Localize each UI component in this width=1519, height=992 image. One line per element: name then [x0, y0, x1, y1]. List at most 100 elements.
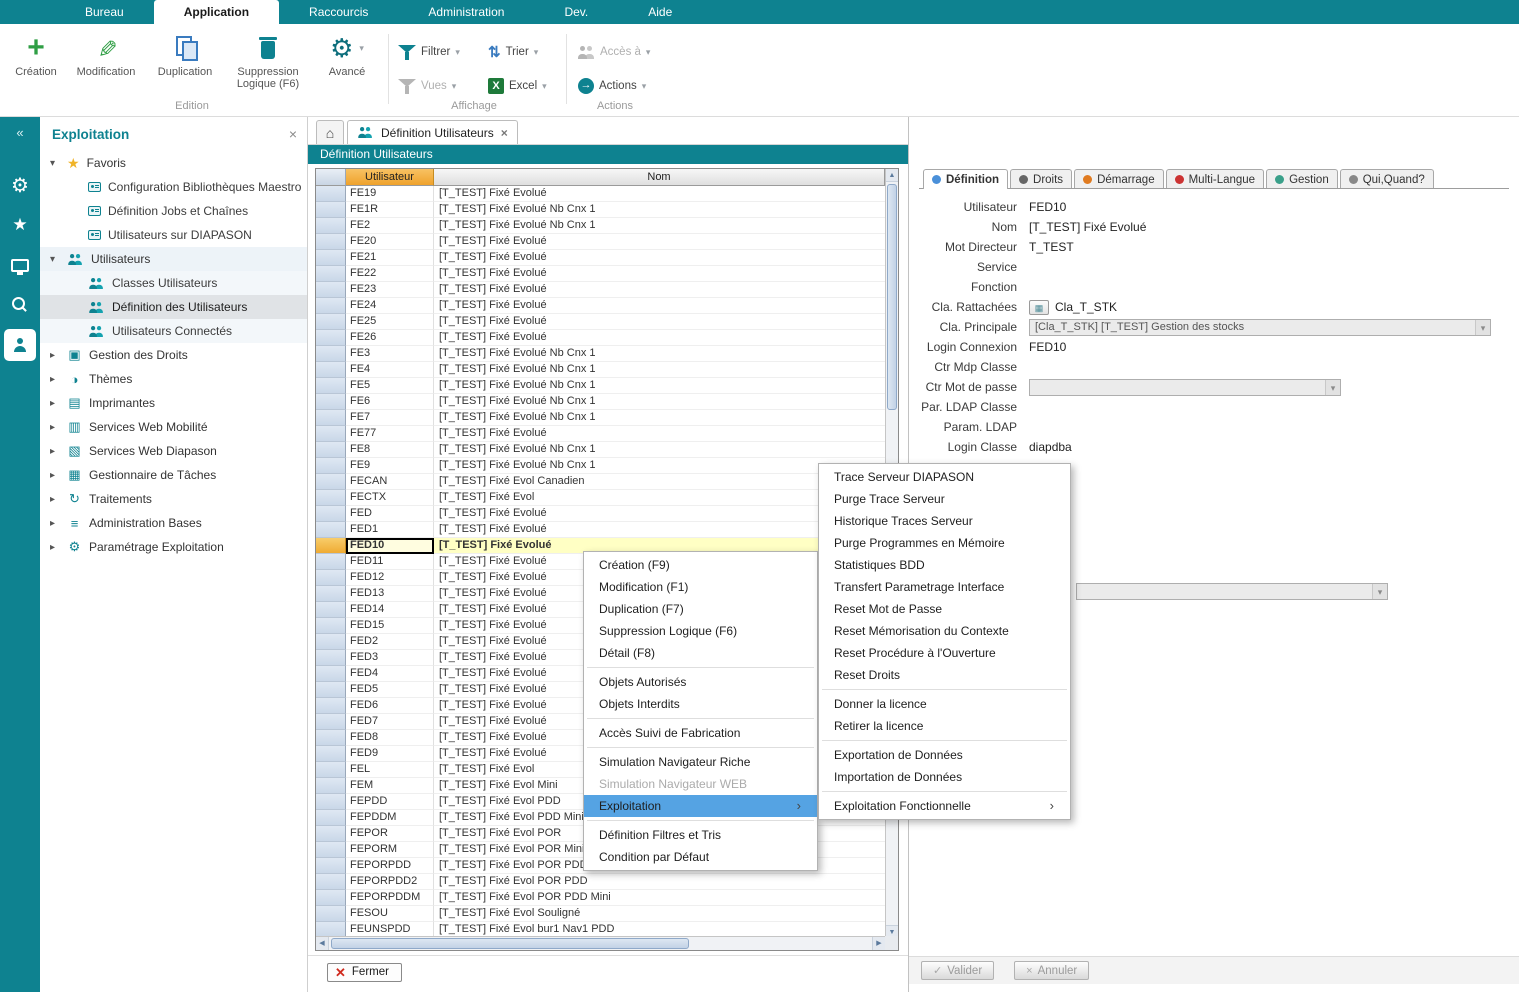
tab-demarrage[interactable]: Démarrage	[1074, 169, 1164, 189]
nom-cell[interactable]: [T_TEST] Fixé Evol POR PDD Mini	[434, 890, 885, 906]
trier-button[interactable]: Trier ▾	[488, 40, 538, 64]
rail-users-button[interactable]	[0, 325, 40, 365]
context-menu-item-creation-f9[interactable]: Création (F9)	[584, 554, 817, 576]
sidebar-group-utilisateurs[interactable]: Utilisateurs	[40, 247, 307, 271]
nom-cell[interactable]: [T_TEST] Fixé Evolué Nb Cnx 1	[434, 442, 885, 458]
user-cell[interactable]: FEPDDM	[346, 810, 434, 826]
row-selector-cell[interactable]	[316, 826, 346, 842]
row-selector-cell[interactable]	[316, 474, 346, 490]
row-selector-cell[interactable]	[316, 794, 346, 810]
user-cell[interactable]: FEL	[346, 762, 434, 778]
row-selector-cell[interactable]	[316, 554, 346, 570]
row-selector-cell[interactable]	[316, 730, 346, 746]
context-menu-item-suppression-logique-f6[interactable]: Suppression Logique (F6)	[584, 620, 817, 642]
user-cell[interactable]: FED8	[346, 730, 434, 746]
nom-cell[interactable]: [T_TEST] Fixé Evolué	[434, 234, 885, 250]
submenu-item-donner-la-licence[interactable]: Donner la licence	[819, 693, 1070, 715]
nom-cell[interactable]: [T_TEST] Fixé Evol bur1 Nav1 PDD	[434, 922, 885, 936]
user-cell[interactable]: FE24	[346, 298, 434, 314]
user-cell[interactable]: FEM	[346, 778, 434, 794]
row-selector-cell[interactable]	[316, 522, 346, 538]
duplication-button[interactable]: Duplication	[148, 30, 222, 94]
table-row[interactable]: FED1[T_TEST] Fixé Evolué	[316, 522, 885, 538]
row-selector-cell[interactable]	[316, 410, 346, 426]
row-selector-cell[interactable]	[316, 890, 346, 906]
context-menu-item-simulation-navigateur-web[interactable]: Simulation Navigateur WEB	[584, 773, 817, 795]
sidebar-section-services-web-diapason[interactable]: ▧Services Web Diapason	[40, 439, 307, 463]
row-selector-cell[interactable]	[316, 682, 346, 698]
sidebar-section-gestionnaire-de-taches[interactable]: ▦Gestionnaire de Tâches	[40, 463, 307, 487]
row-selector-cell[interactable]	[316, 330, 346, 346]
user-cell[interactable]: FECTX	[346, 490, 434, 506]
menubar-item-dev[interactable]: Dev.	[534, 0, 618, 24]
table-row[interactable]: FED[T_TEST] Fixé Evolué	[316, 506, 885, 522]
user-cell[interactable]: FED10	[346, 538, 434, 554]
table-row[interactable]: FE77[T_TEST] Fixé Evolué	[316, 426, 885, 442]
sidebar-section-parametrage-exploitation[interactable]: ⚙Paramétrage Exploitation	[40, 535, 307, 559]
user-cell[interactable]: FED3	[346, 650, 434, 666]
context-menu-item-condition-par-defaut[interactable]: Condition par Défaut	[584, 846, 817, 868]
nom-cell[interactable]: [T_TEST] Fixé Evolué Nb Cnx 1	[434, 218, 885, 234]
submenu-item-reset-mot-de-passe[interactable]: Reset Mot de Passe	[819, 598, 1070, 620]
rail-settings-button[interactable]	[0, 165, 40, 205]
tab-gestion[interactable]: Gestion	[1266, 169, 1338, 189]
tab-definition-utilisateurs[interactable]: Définition Utilisateurs ×	[347, 120, 518, 144]
table-row[interactable]: FE25[T_TEST] Fixé Evolué	[316, 314, 885, 330]
row-selector-cell[interactable]	[316, 282, 346, 298]
row-selector-cell[interactable]	[316, 778, 346, 794]
sidebar-section-traitements[interactable]: ↻Traitements	[40, 487, 307, 511]
row-selector-cell[interactable]	[316, 810, 346, 826]
context-menu-item-objets-autorises[interactable]: Objets Autorisés	[584, 671, 817, 693]
row-selector-cell[interactable]	[316, 922, 346, 936]
submenu-item-reset-procedure-a-l-ouverture[interactable]: Reset Procédure à l'Ouverture	[819, 642, 1070, 664]
row-selector-cell[interactable]	[316, 186, 346, 202]
row-selector-cell[interactable]	[316, 666, 346, 682]
class-picker-icon[interactable]	[1029, 300, 1049, 315]
table-row[interactable]: FE2[T_TEST] Fixé Evolué Nb Cnx 1	[316, 218, 885, 234]
nom-cell[interactable]: [T_TEST] Fixé Evolué Nb Cnx 1	[434, 346, 885, 362]
user-cell[interactable]: FEPORPDD2	[346, 874, 434, 890]
row-selector-cell[interactable]	[316, 602, 346, 618]
row-selector-cell[interactable]	[316, 394, 346, 410]
user-cell[interactable]: FEPOR	[346, 826, 434, 842]
annuler-button[interactable]: × Annuler	[1014, 961, 1089, 980]
nom-cell[interactable]: [T_TEST] Fixé Evolué Nb Cnx 1	[434, 378, 885, 394]
user-cell[interactable]: FEPORPDD	[346, 858, 434, 874]
avance-button[interactable]: ▾ Avancé	[314, 30, 380, 94]
submenu-item-statistiques-bdd[interactable]: Statistiques BDD	[819, 554, 1070, 576]
row-selector-cell[interactable]	[316, 538, 346, 554]
excel-button[interactable]: Excel ▾	[488, 74, 547, 98]
row-selector-cell[interactable]	[316, 634, 346, 650]
row-selector-cell[interactable]	[316, 234, 346, 250]
nom-cell[interactable]: [T_TEST] Fixé Evolué Nb Cnx 1	[434, 202, 885, 218]
user-cell[interactable]: FEPORPDDM	[346, 890, 434, 906]
rail-favorites-button[interactable]	[0, 205, 40, 245]
user-cell[interactable]: FE23	[346, 282, 434, 298]
user-cell[interactable]: FE9	[346, 458, 434, 474]
row-selector-cell[interactable]	[316, 490, 346, 506]
row-selector-cell[interactable]	[316, 378, 346, 394]
valider-button[interactable]: ✓ Valider	[921, 961, 994, 980]
row-selector-cell[interactable]	[316, 266, 346, 282]
nom-cell[interactable]: [T_TEST] Fixé Evolué	[434, 426, 885, 442]
row-selector-cell[interactable]	[316, 874, 346, 890]
row-selector-cell[interactable]	[316, 314, 346, 330]
rail-desktop-button[interactable]	[0, 245, 40, 285]
menubar-item-administration[interactable]: Administration	[398, 0, 534, 24]
user-cell[interactable]: FED1	[346, 522, 434, 538]
row-selector-cell[interactable]	[316, 298, 346, 314]
row-selector-cell[interactable]	[316, 218, 346, 234]
table-row[interactable]: FE20[T_TEST] Fixé Evolué	[316, 234, 885, 250]
row-selector-cell[interactable]	[316, 906, 346, 922]
row-selector-cell[interactable]	[316, 426, 346, 442]
table-row[interactable]: FESOU[T_TEST] Fixé Evol Souligné	[316, 906, 885, 922]
user-cell[interactable]: FE22	[346, 266, 434, 282]
user-cell[interactable]: FED2	[346, 634, 434, 650]
submenu-item-historique-traces-serveur[interactable]: Historique Traces Serveur	[819, 510, 1070, 532]
user-cell[interactable]: FED4	[346, 666, 434, 682]
context-menu-item-exploitation[interactable]: Exploitation›	[584, 795, 817, 817]
tab-definition[interactable]: Définition	[923, 169, 1008, 189]
tab-droits[interactable]: Droits	[1010, 169, 1072, 189]
field-combo[interactable]: ▾	[1029, 379, 1341, 396]
context-menu-item-modification-f1[interactable]: Modification (F1)	[584, 576, 817, 598]
